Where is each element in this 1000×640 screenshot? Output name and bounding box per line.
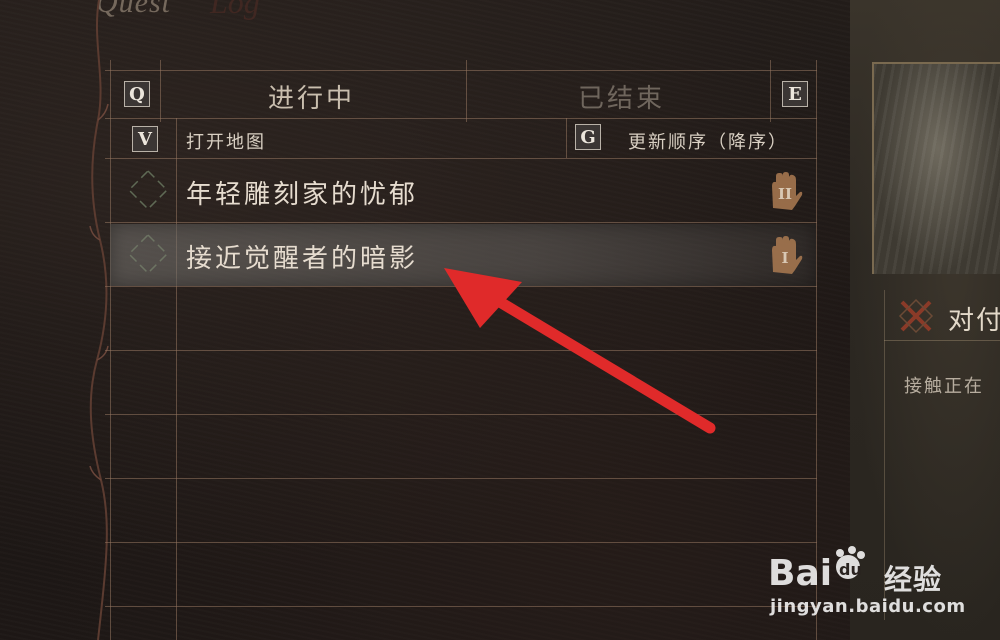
key-q-button[interactable]: Q	[124, 81, 150, 107]
divider	[110, 60, 111, 640]
divider	[466, 60, 467, 122]
divider	[884, 340, 1000, 341]
quest-marker-icon	[127, 233, 169, 275]
quest-title: 年轻雕刻家的忧郁	[186, 180, 419, 210]
quest-rank: II	[778, 185, 792, 203]
annotation-arrow-icon	[444, 268, 716, 434]
detail-quest-description: 接触正在	[904, 376, 984, 397]
quest-illustration	[872, 62, 1000, 274]
game-screen: Quest Log Q 进行中 已结束 E V 打开地图 G 更新顺序（降序） …	[0, 0, 1000, 640]
detail-quest-title: 对付	[948, 306, 1000, 336]
quest-title: 接近觉醒者的暗影	[186, 244, 419, 274]
svg-text:Bai: Bai	[768, 553, 832, 594]
key-g-button[interactable]: G	[575, 124, 601, 150]
key-v-button[interactable]: V	[132, 126, 158, 152]
svg-text:du: du	[839, 560, 862, 579]
key-e-button[interactable]: E	[782, 81, 808, 107]
quest-rank: I	[781, 249, 788, 267]
watermark-url: jingyan.baidu.com	[770, 596, 966, 617]
quest-row[interactable]: 年轻雕刻家的忧郁 II	[110, 160, 816, 222]
divider	[105, 158, 817, 159]
quest-marker-icon	[127, 169, 169, 211]
divider	[105, 542, 817, 543]
watermark-brand: 经验	[884, 563, 943, 596]
divider	[566, 118, 567, 158]
hand-rank-icon: II	[772, 172, 803, 210]
divider	[105, 70, 817, 71]
divider	[105, 222, 817, 223]
divider	[105, 478, 817, 479]
divider	[160, 60, 161, 122]
tab-in-progress[interactable]: 进行中	[268, 78, 355, 115]
divider	[770, 60, 771, 122]
tab-completed[interactable]: 已结束	[578, 78, 665, 115]
hand-rank-icon: I	[772, 236, 803, 274]
sort-order-button[interactable]: 更新顺序（降序）	[628, 128, 788, 154]
crossed-swords-icon	[898, 298, 934, 334]
divider	[105, 118, 817, 119]
divider	[105, 606, 817, 607]
page-title-decoration: Log	[210, 0, 260, 20]
open-map-button[interactable]: 打开地图	[186, 128, 266, 154]
vine-ornament-icon	[89, 0, 109, 640]
